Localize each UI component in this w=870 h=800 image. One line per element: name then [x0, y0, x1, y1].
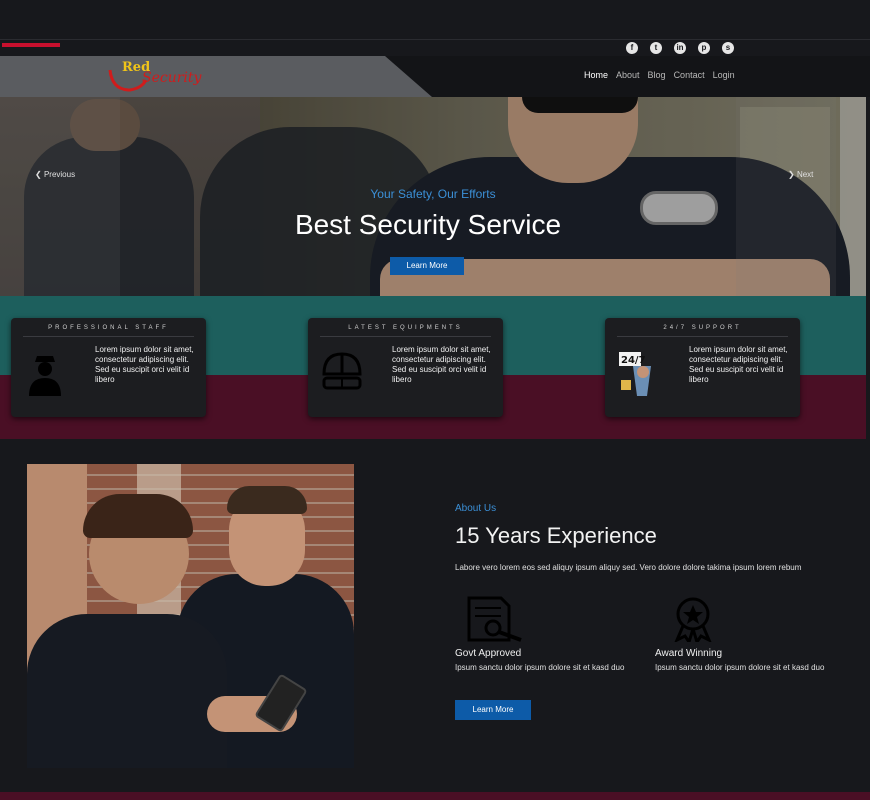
- divider: [0, 39, 870, 40]
- nav-home[interactable]: Home: [584, 70, 608, 80]
- about-subtitle: About Us: [455, 503, 497, 514]
- hero-title: Best Security Service: [294, 209, 562, 240]
- accent-strip: [2, 43, 60, 47]
- feature-title: 24/7 SUPPORT: [663, 325, 742, 331]
- hero-learn-more-button[interactable]: Learn More: [390, 257, 464, 275]
- brand-logo[interactable]: Red Security: [108, 60, 228, 94]
- feature-divider: [23, 336, 194, 337]
- officer-man-hair: [227, 486, 307, 514]
- support-badge-text: 24/7: [621, 355, 646, 366]
- feature-text: Lorem ipsum dolor sit amet, consectetur …: [95, 345, 194, 384]
- award-icon: [674, 597, 712, 642]
- about-learn-more-button[interactable]: Learn More: [455, 700, 531, 720]
- carousel-next-label[interactable]: ❯ Next: [788, 170, 813, 179]
- facebook-icon[interactable]: f: [626, 42, 638, 54]
- about-item-text: Ipsum sanctu dolor ipsum dolore sit et k…: [455, 663, 625, 672]
- main-nav: Home About Blog Contact Login: [584, 70, 735, 80]
- carousel-prev-label[interactable]: ❮ Previous: [35, 170, 75, 179]
- footer-strip: [0, 792, 870, 800]
- about-item-text: Ipsum sanctu dolor ipsum dolore sit et k…: [655, 663, 825, 672]
- feature-title: PROFESSIONAL STAFF: [48, 325, 169, 331]
- officer-woman-body: [27, 614, 227, 768]
- nav-about[interactable]: About: [616, 70, 640, 80]
- next-text: Next: [796, 170, 814, 179]
- feature-text: Lorem ipsum dolor sit amet, consectetur …: [689, 345, 788, 384]
- feature-divider: [617, 336, 788, 337]
- nav-contact[interactable]: Contact: [674, 70, 705, 80]
- feature-card-staff: PROFESSIONAL STAFF Lorem ipsum dolor sit…: [11, 318, 206, 417]
- feature-card-support: 24/7 SUPPORT 24/7 Lorem ipsum dolor sit …: [605, 318, 800, 417]
- officer-icon: [29, 356, 61, 396]
- about-item-title: Award Winning: [655, 648, 723, 659]
- about-item-title: Govt Approved: [455, 648, 522, 659]
- certificate-icon: [467, 596, 522, 642]
- hero-subtitle: Your Safety, Our Efforts: [370, 187, 496, 201]
- linkedin-icon[interactable]: in: [674, 42, 686, 54]
- feature-text: Lorem ipsum dolor sit amet, consectetur …: [392, 345, 491, 384]
- feature-divider: [320, 336, 491, 337]
- features-section: PROFESSIONAL STAFF Lorem ipsum dolor sit…: [0, 296, 866, 439]
- hero-carousel: ❮ Previous ❯ Next Your Safety, Our Effor…: [0, 97, 866, 296]
- feature-card-equipment: LATEST EQUIPMENTS Lorem ipsum dolor sit …: [308, 318, 503, 417]
- about-description: Labore vero lorem eos sed aliquy ipsum a…: [455, 563, 802, 572]
- skype-icon[interactable]: s: [722, 42, 734, 54]
- social-links: f t in p s: [626, 42, 734, 54]
- helmet-icon: [322, 352, 362, 390]
- nav-login[interactable]: Login: [713, 70, 735, 80]
- feature-title: LATEST EQUIPMENTS: [348, 325, 463, 331]
- nav-blog[interactable]: Blog: [648, 70, 666, 80]
- officer-woman-hair: [83, 494, 193, 538]
- brand-word-2: Security: [142, 70, 202, 86]
- about-image: [27, 464, 354, 768]
- chevron-left-icon: ❮: [35, 170, 42, 179]
- topbar: [0, 0, 870, 56]
- prev-text: Previous: [43, 170, 76, 179]
- chevron-right-icon: ❯: [788, 170, 795, 179]
- twitter-icon[interactable]: t: [650, 42, 662, 54]
- about-title: 15 Years Experience: [455, 523, 657, 548]
- support-icon: 24/7: [619, 352, 651, 396]
- pinterest-icon[interactable]: p: [698, 42, 710, 54]
